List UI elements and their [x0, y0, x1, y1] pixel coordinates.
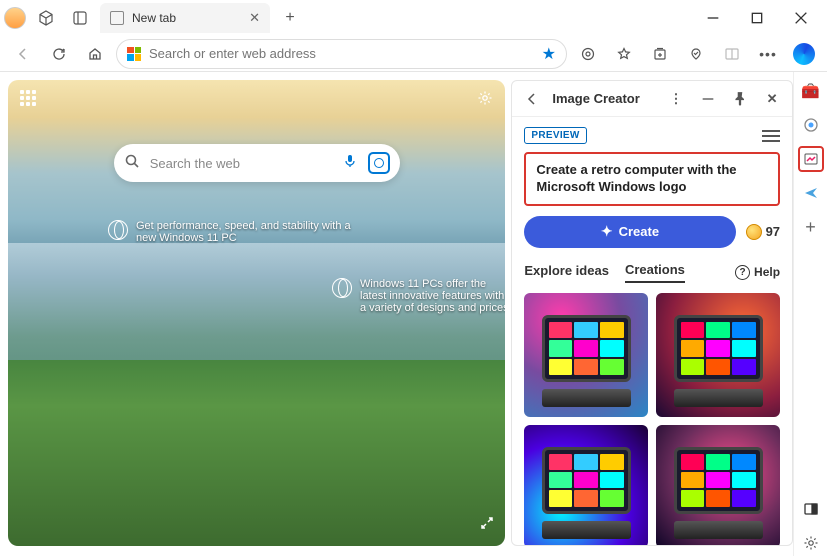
new-tab-page: Search the web Get performance, speed, a…: [8, 80, 505, 546]
tab-label: New tab: [132, 11, 176, 25]
page-icon: [110, 11, 124, 25]
back-button[interactable]: [8, 39, 38, 69]
collections-icon[interactable]: [645, 39, 675, 69]
panel-minimize-icon[interactable]: [696, 87, 720, 111]
maximize-button[interactable]: [735, 3, 779, 33]
page-settings-icon[interactable]: [477, 90, 493, 112]
close-panel-icon[interactable]: ✕: [760, 87, 784, 111]
creation-thumb[interactable]: [524, 425, 648, 545]
help-icon: ?: [735, 265, 750, 280]
prompt-input[interactable]: Create a retro computer with the Microso…: [524, 152, 780, 206]
address-bar[interactable]: ★: [116, 39, 567, 69]
image-search-icon[interactable]: [368, 152, 390, 174]
expand-icon[interactable]: [479, 515, 495, 536]
token-value: 97: [766, 224, 780, 239]
search-icon: [124, 153, 140, 174]
panel-more-icon[interactable]: ⋮: [664, 87, 688, 111]
window-titlebar: New tab ✕ +: [0, 0, 827, 36]
address-input[interactable]: [149, 46, 534, 61]
help-label: Help: [754, 265, 780, 279]
close-window-button[interactable]: [779, 3, 823, 33]
creations-gallery: [524, 293, 780, 545]
create-label: Create: [619, 224, 659, 239]
home-button[interactable]: [80, 39, 110, 69]
promo-text-1: Get performance, speed, and stability wi…: [136, 220, 358, 244]
panel-header: Image Creator ⋮ ✕: [512, 81, 792, 117]
minimize-button[interactable]: [691, 3, 735, 33]
coin-icon: [746, 224, 762, 240]
send-rail-icon[interactable]: [798, 180, 824, 206]
refresh-button[interactable]: [44, 39, 74, 69]
creation-thumb[interactable]: [524, 293, 648, 417]
favorite-star-icon[interactable]: ★: [542, 44, 556, 64]
help-button[interactable]: ? Help: [735, 265, 780, 280]
ntp-search-box[interactable]: Search the web: [114, 144, 400, 182]
tab-creations[interactable]: Creations: [625, 262, 685, 283]
preview-badge: PREVIEW: [524, 127, 586, 144]
browser-toolbar: ★ •••: [0, 36, 827, 72]
microsoft-logo-icon: [127, 47, 141, 61]
back-icon[interactable]: [520, 87, 544, 111]
sidebar-toggle-icon[interactable]: [798, 496, 824, 522]
create-button[interactable]: ✦ Create: [524, 216, 735, 248]
promo-card-2[interactable]: Windows 11 PCs offer the latest innovati…: [332, 278, 505, 314]
ntp-search-placeholder: Search the web: [150, 156, 332, 171]
prompt-text: Create a retro computer with the Microso…: [536, 162, 736, 194]
tab-explore-ideas[interactable]: Explore ideas: [524, 263, 609, 282]
image-creator-panel: Image Creator ⋮ ✕ PREVIEW Create a retro…: [511, 80, 793, 546]
voice-search-icon[interactable]: [342, 153, 358, 174]
creation-thumb[interactable]: [656, 425, 780, 545]
favorites-icon[interactable]: [609, 39, 639, 69]
right-sidebar-rail: 🧰 +: [793, 72, 827, 556]
creation-thumb[interactable]: [656, 293, 780, 417]
close-tab-icon[interactable]: ✕: [249, 10, 260, 26]
pin-icon[interactable]: [728, 87, 752, 111]
token-counter[interactable]: 97: [746, 224, 780, 240]
performance-icon[interactable]: [681, 39, 711, 69]
extensions-icon[interactable]: [573, 39, 603, 69]
app-launcher-icon[interactable]: [20, 90, 42, 112]
globe-icon: [332, 278, 352, 298]
wand-icon: ✦: [601, 223, 613, 240]
panel-title: Image Creator: [552, 91, 639, 106]
promo-card-1[interactable]: Get performance, speed, and stability wi…: [108, 220, 358, 244]
image-creator-rail-icon[interactable]: [798, 146, 824, 172]
bing-chat-icon[interactable]: [789, 39, 819, 69]
browser-tab[interactable]: New tab ✕: [100, 3, 270, 33]
vertical-tabs-icon[interactable]: [66, 4, 94, 32]
split-screen-icon[interactable]: [717, 39, 747, 69]
promo-text-2: Windows 11 PCs offer the latest innovati…: [360, 278, 505, 314]
new-tab-button[interactable]: +: [276, 4, 304, 32]
add-rail-icon[interactable]: +: [798, 214, 824, 240]
tools-rail-icon[interactable]: 🧰: [798, 78, 824, 104]
profile-avatar[interactable]: [4, 7, 26, 29]
globe-icon: [108, 220, 128, 240]
settings-rail-icon[interactable]: [798, 530, 824, 556]
copilot-rail-icon[interactable]: [798, 112, 824, 138]
menu-icon[interactable]: [762, 130, 780, 142]
more-menu-icon[interactable]: •••: [753, 39, 783, 69]
workspaces-icon[interactable]: [32, 4, 60, 32]
